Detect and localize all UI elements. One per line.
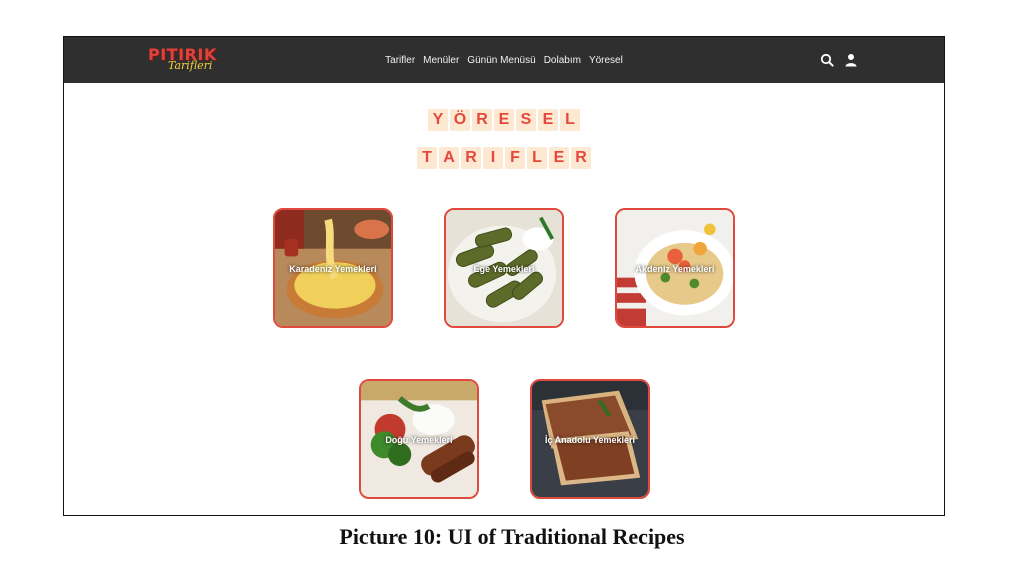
title-letter: E (538, 109, 558, 131)
region-card-ic-anadolu[interactable]: İç Anadolu Yemekleri (530, 379, 650, 499)
region-card-ege[interactable]: Ege Yemekleri (444, 208, 564, 328)
title-letter: A (439, 147, 459, 169)
user-icon[interactable] (844, 52, 858, 67)
card-label: Ege Yemekleri (473, 264, 535, 274)
card-label: Akdeniz Yemekleri (635, 264, 715, 274)
region-card-akdeniz[interactable]: Akdeniz Yemekleri (615, 208, 735, 328)
title-letter: L (560, 109, 580, 131)
nav-item-yoresel[interactable]: Yöresel (589, 55, 623, 66)
card-label: Doğu Yemekleri (385, 435, 453, 445)
title-letter: Ö (450, 109, 470, 131)
nav-item-dolabim[interactable]: Dolabım (544, 55, 581, 66)
title-letter: F (505, 147, 525, 169)
figure-caption: Picture 10: UI of Traditional Recipes (339, 524, 685, 549)
header-icons (820, 52, 858, 67)
nav-item-tarifler[interactable]: Tarifler (385, 55, 415, 66)
title-letter: Y (428, 109, 448, 131)
main-nav: Tarifler Menüler Günün Menüsü Dolabım Yö… (64, 37, 944, 83)
title-letter: E (549, 147, 569, 169)
nav-item-menuler[interactable]: Menüler (423, 55, 459, 66)
page-title-line2: T A R I F L E R (64, 147, 944, 169)
title-letter: E (494, 109, 514, 131)
page-title-line1: Y Ö R E S E L (64, 109, 944, 131)
title-letter: S (516, 109, 536, 131)
card-label: Karadeniz Yemekleri (289, 264, 377, 274)
nav-item-gunun-menusu[interactable]: Günün Menüsü (467, 55, 535, 66)
title-letter: L (527, 147, 547, 169)
search-icon[interactable] (820, 52, 834, 67)
title-letter: I (483, 147, 503, 169)
region-card-karadeniz[interactable]: Karadeniz Yemekleri (273, 208, 393, 328)
title-letter: R (571, 147, 591, 169)
region-card-dogu[interactable]: Doğu Yemekleri (359, 379, 479, 499)
card-label: İç Anadolu Yemekleri (544, 435, 636, 445)
title-letter: R (461, 147, 481, 169)
title-letter: T (417, 147, 437, 169)
top-navbar: PITIRIK Tarifleri Tarifler Menüler Günün… (64, 37, 944, 83)
app-window: PITIRIK Tarifleri Tarifler Menüler Günün… (63, 36, 945, 516)
title-letter: R (472, 109, 492, 131)
